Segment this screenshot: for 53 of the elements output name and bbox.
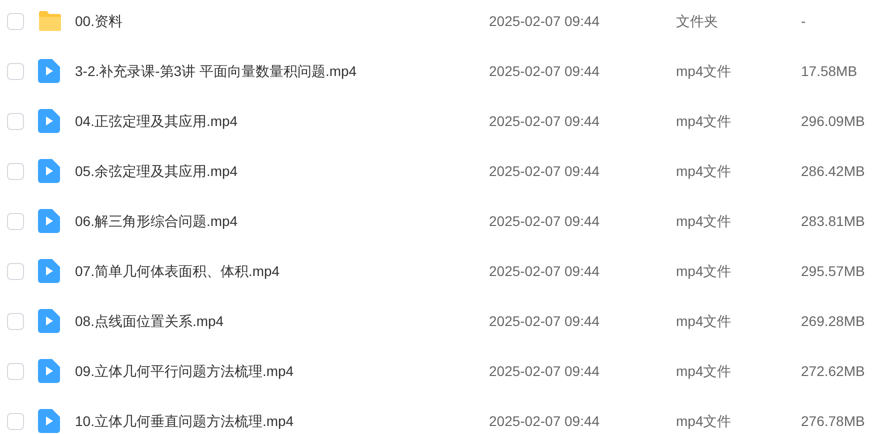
video-file-icon	[38, 359, 60, 383]
file-name[interactable]: 09.立体几何平行问题方法梳理.mp4	[75, 362, 294, 378]
checkbox[interactable]	[7, 12, 24, 30]
file-size: 269.28MB	[801, 312, 865, 328]
file-name[interactable]: 10.立体几何垂直问题方法梳理.mp4	[75, 412, 294, 428]
modified-date: 2025-02-07 09:44	[489, 262, 600, 278]
video-file-icon	[38, 309, 60, 333]
file-type: mp4文件	[676, 162, 732, 178]
video-file-icon	[38, 159, 60, 183]
checkbox[interactable]	[7, 412, 24, 430]
modified-date: 2025-02-07 09:44	[489, 312, 600, 328]
modified-date: 2025-02-07 09:44	[489, 112, 600, 128]
modified-date: 2025-02-07 09:44	[489, 412, 600, 428]
checkbox[interactable]	[7, 62, 24, 80]
file-size: 272.62MB	[801, 362, 865, 378]
file-type: mp4文件	[676, 312, 732, 328]
file-size: 286.42MB	[801, 162, 865, 178]
file-type: mp4文件	[676, 112, 732, 128]
file-type: 文件夹	[676, 12, 718, 28]
checkbox[interactable]	[7, 162, 24, 180]
file-size: 283.81MB	[801, 212, 865, 228]
file-name[interactable]: 07.简单几何体表面积、体积.mp4	[75, 262, 280, 278]
checkbox[interactable]	[7, 212, 24, 230]
file-name[interactable]: 08.点线面位置关系.mp4	[75, 312, 224, 328]
file-name[interactable]: 3-2.补充录课-第3讲 平面向量数量积问题.mp4	[75, 62, 357, 78]
file-size: 295.57MB	[801, 262, 865, 278]
modified-date: 2025-02-07 09:44	[489, 212, 600, 228]
file-name[interactable]: 04.正弦定理及其应用.mp4	[75, 112, 238, 128]
modified-date: 2025-02-07 09:44	[489, 12, 600, 28]
file-name[interactable]: 06.解三角形综合问题.mp4	[75, 212, 238, 228]
file-size: 17.58MB	[801, 62, 858, 78]
video-file-icon	[38, 109, 60, 133]
video-file-icon	[38, 259, 60, 283]
checkbox[interactable]	[7, 312, 24, 330]
modified-date: 2025-02-07 09:44	[489, 62, 600, 78]
folder-icon	[38, 10, 62, 32]
file-size: 276.78MB	[801, 412, 865, 428]
file-name[interactable]: 00.资料	[75, 12, 122, 28]
checkbox[interactable]	[7, 362, 24, 380]
modified-date: 2025-02-07 09:44	[489, 362, 600, 378]
checkbox[interactable]	[7, 262, 24, 280]
file-type: mp4文件	[676, 62, 732, 78]
video-file-icon	[38, 209, 60, 233]
file-size: -	[801, 12, 806, 28]
file-type: mp4文件	[676, 362, 732, 378]
checkbox[interactable]	[7, 112, 24, 130]
modified-date: 2025-02-07 09:44	[489, 162, 600, 178]
file-name[interactable]: 05.余弦定理及其应用.mp4	[75, 162, 238, 178]
file-size: 296.09MB	[801, 112, 865, 128]
file-type: mp4文件	[676, 212, 732, 228]
file-type: mp4文件	[676, 262, 732, 278]
video-file-icon	[38, 59, 60, 83]
file-type: mp4文件	[676, 412, 732, 428]
